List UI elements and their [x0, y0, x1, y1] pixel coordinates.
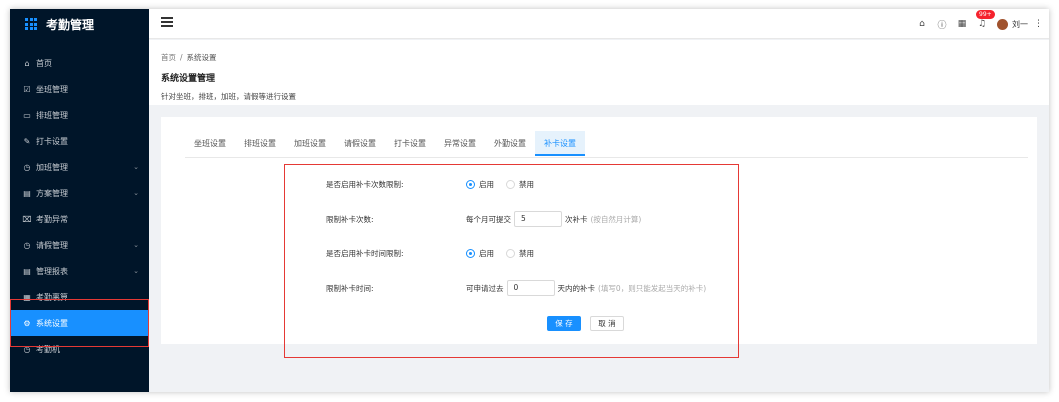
chevron-down-icon: ⌄ [133, 163, 139, 171]
tab-divider [185, 157, 1028, 158]
app-logo[interactable]: 考勤管理 [10, 9, 149, 39]
tab[interactable]: 坐班设置 [185, 131, 235, 156]
tab[interactable]: 打卡设置 [385, 131, 435, 156]
app-title: 考勤管理 [46, 17, 95, 32]
sidebar-item[interactable]: ✎ 打卡设置 [10, 128, 149, 154]
chevron-down-icon: ⌄ [133, 189, 139, 197]
sidebar-item[interactable]: ◷ 加班管理 ⌄ [10, 154, 149, 180]
home-icon: ⌂ [24, 58, 30, 68]
keyboard-icon: ▭ [23, 110, 31, 120]
tab[interactable]: 加班设置 [285, 131, 335, 156]
tab[interactable]: 异常设置 [435, 131, 485, 156]
document-icon: ▤ [23, 188, 31, 198]
sidebar-item-label: 加班管理 [36, 162, 68, 172]
sidebar-item[interactable]: ▭ 排班管理 [10, 102, 149, 128]
help-icon[interactable]: ⓘ [937, 18, 947, 31]
notification-badge: 99+ [976, 10, 995, 19]
clock-icon: ◷ [23, 240, 31, 250]
menu-fold-icon[interactable] [161, 17, 173, 29]
sidebar-item[interactable]: ☑ 坐班管理 [10, 76, 149, 102]
sidebar-item[interactable]: ⌧ 考勤异常 [10, 206, 149, 232]
annotation-box-form [284, 164, 739, 358]
report-icon: ▤ [23, 266, 31, 276]
sidebar-item[interactable]: ▤ 管理报表 ⌄ [10, 258, 149, 284]
user-name[interactable]: 刘一 [1012, 19, 1028, 30]
top-header: ⌂ ⓘ ▦ ♫ 99+ 刘一 ⋮ [149, 9, 1049, 39]
avatar[interactable] [997, 18, 1008, 30]
page-header: 首页 / 系统设置 系统设置管理 针对坐班，排班，加班，请假等进行设置 [149, 40, 1049, 105]
app-window: 考勤管理 ⌂ 首页 ☑ 坐班管理 ▭ 排班管理 ✎ 打卡设置 ◷ 加班管理 ⌄ ▤ 方案管理 ⌄ ⌧ 考勤异常… [10, 9, 1049, 392]
sidebar-item[interactable]: ▤ 方案管理 ⌄ [10, 180, 149, 206]
sidebar-item-label: 管理报表 [36, 266, 68, 276]
sidebar-item[interactable]: ⌂ 首页 [10, 50, 149, 76]
page-description: 针对坐班，排班，加班，请假等进行设置 [161, 92, 296, 101]
tab[interactable]: 排班设置 [235, 131, 285, 156]
sidebar-item-label: 请假管理 [36, 240, 68, 250]
breadcrumb-separator: / [180, 53, 183, 62]
edit-icon: ✎ [23, 136, 31, 146]
annotation-box-sidebar [10, 299, 149, 347]
tab[interactable]: 外勤设置 [485, 131, 535, 156]
bell-icon[interactable]: ♫ 99+ [976, 10, 995, 29]
home-icon[interactable]: ⌂ [917, 19, 927, 29]
sidebar-item-label: 首页 [36, 58, 52, 68]
sidebar-item-label: 打卡设置 [36, 136, 68, 146]
tab[interactable]: 补卡设置 [535, 131, 585, 156]
sidebar-item-label: 方案管理 [36, 188, 68, 198]
page-title: 系统设置管理 [161, 74, 216, 84]
chevron-down-icon: ⌄ [133, 267, 139, 275]
breadcrumb: 首页 / 系统设置 [161, 52, 1049, 63]
apps-icon[interactable]: ▦ [957, 19, 967, 29]
sidebar-item[interactable]: ◷ 请假管理 ⌄ [10, 232, 149, 258]
tab[interactable]: 请假设置 [335, 131, 385, 156]
checkbox-icon: ☑ [23, 84, 31, 94]
clock-icon: ◷ [23, 162, 31, 172]
breadcrumb-current: 系统设置 [186, 53, 217, 62]
breadcrumb-home[interactable]: 首页 [161, 53, 176, 62]
chevron-down-icon: ⌄ [133, 241, 139, 249]
apps-grid-icon [25, 18, 37, 30]
settings-tabs: 坐班设置 排班设置 加班设置 请假设置 打卡设置 异常设置 外勤设置 补卡设置 [185, 131, 585, 156]
sidebar-item-label: 考勤异常 [36, 214, 68, 224]
more-icon[interactable]: ⋮ [1034, 19, 1043, 29]
delete-icon: ⌧ [22, 214, 32, 224]
sidebar-item-label: 坐班管理 [36, 84, 68, 94]
sidebar-item-label: 排班管理 [36, 110, 68, 120]
